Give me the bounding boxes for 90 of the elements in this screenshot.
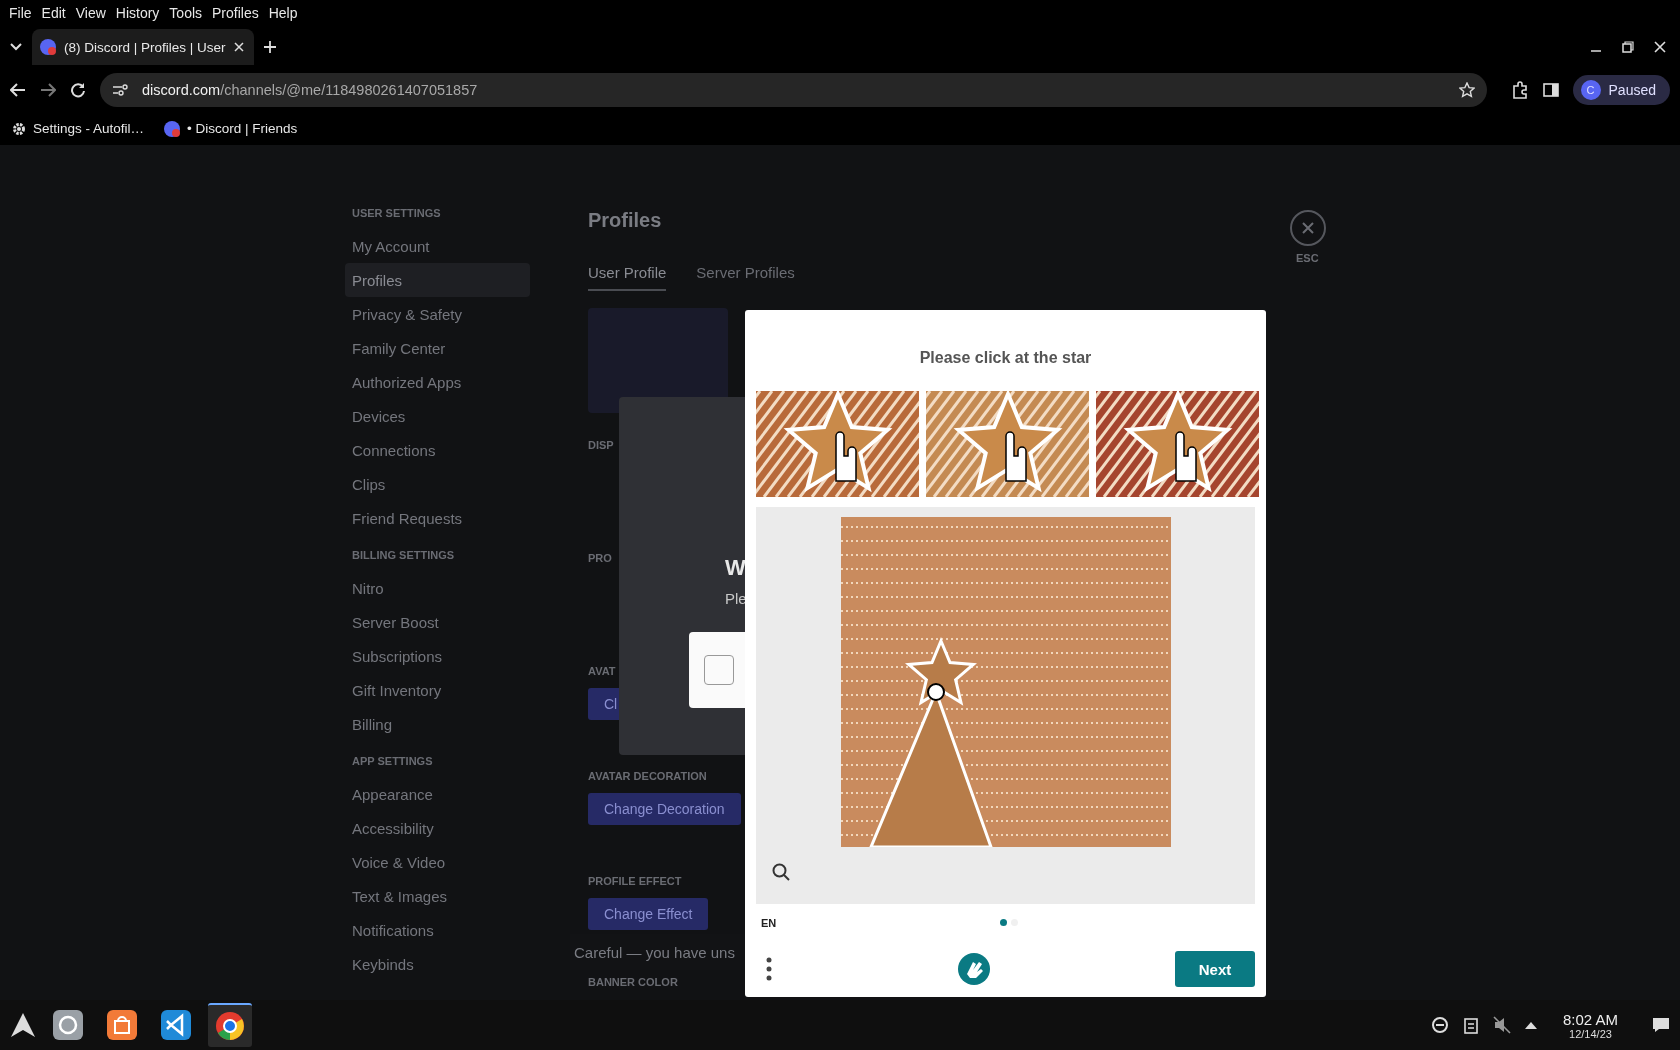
notification-icon[interactable] <box>1652 1017 1670 1033</box>
profile-label: Paused <box>1608 82 1656 98</box>
new-tab-icon[interactable] <box>264 41 276 53</box>
close-button[interactable] <box>1290 210 1326 246</box>
gear-icon <box>12 121 26 136</box>
section-heading: USER SETTINGS <box>352 207 442 221</box>
section-label: AVATAR DECORATION <box>588 770 707 784</box>
section-label: DISP <box>588 439 614 453</box>
page-title: Profiles <box>588 209 662 233</box>
back-arrow-icon[interactable] <box>10 83 26 97</box>
menu-item[interactable]: History <box>110 5 165 21</box>
sidebar-item[interactable]: Keybinds <box>345 947 530 981</box>
sidebar-item[interactable]: Subscriptions <box>345 639 530 673</box>
sidebar-item[interactable]: Server Boost <box>345 605 530 639</box>
bookmark[interactable]: Settings - Autofil… <box>12 121 145 136</box>
sidebar-item[interactable]: Connections <box>345 433 530 467</box>
sidebar-item[interactable]: My Account <box>345 229 530 263</box>
star-icon[interactable] <box>1458 82 1475 98</box>
section-label: PROFILE EFFECT <box>588 875 682 889</box>
sidebar-item[interactable]: Clips <box>345 467 530 501</box>
sidebar-item[interactable]: Devices <box>345 399 530 433</box>
sidebar-item[interactable]: Voice & Video <box>345 845 530 879</box>
close-icon[interactable] <box>1654 41 1666 53</box>
change-button[interactable]: Change Decoration <box>588 793 741 825</box>
muted-speaker-icon[interactable] <box>1492 1016 1511 1034</box>
section-label: AVAT <box>588 665 616 679</box>
more-options-icon[interactable] <box>766 957 772 982</box>
sidebar-item[interactable]: Gift Inventory <box>345 673 530 707</box>
address-bar[interactable]: discord.com/channels/@me/1184980261407051857 <box>100 73 1487 107</box>
close-icon[interactable] <box>233 42 244 52</box>
page-dot[interactable] <box>1000 919 1007 927</box>
sidebar-item[interactable]: Profiles <box>345 263 530 297</box>
sidebar-item[interactable]: Accessibility <box>345 811 530 845</box>
reload-icon[interactable] <box>70 82 86 98</box>
hand-logo-icon <box>956 952 991 987</box>
menu-item[interactable]: View <box>70 5 111 21</box>
section-heading: APP SETTINGS <box>352 755 434 769</box>
change-button[interactable]: Change Effect <box>588 898 709 930</box>
sidebar-item[interactable]: Privacy & Safety <box>345 297 530 331</box>
discord-favicon-icon <box>164 120 181 137</box>
clock-time: 8:02 AM <box>1562 1010 1618 1028</box>
close-icon <box>1302 222 1314 234</box>
url-text: discord.com/channels/@me/1184980261407051857 <box>142 82 478 98</box>
section-heading: BILLING SETTINGS <box>352 549 456 563</box>
sidebar-item[interactable]: Friend Requests <box>345 501 530 535</box>
language-label[interactable]: EN <box>756 916 777 929</box>
tab-title: (8) Discord | Profiles | User <box>64 39 226 55</box>
menu-item[interactable]: Tools <box>164 5 208 21</box>
shopping-bag-icon <box>107 1010 137 1040</box>
menu-item[interactable]: Profiles <box>207 5 264 21</box>
sidebar-item[interactable]: Billing <box>345 707 530 741</box>
search-icon[interactable] <box>772 863 790 882</box>
dialog-title: W <box>725 555 746 581</box>
clipboard-icon[interactable] <box>1462 1016 1479 1034</box>
taskbar-app[interactable] <box>208 1003 252 1047</box>
browser-icon <box>215 1011 245 1041</box>
tree-and-star-picture-drawing[interactable] <box>840 517 1171 848</box>
site-settings-icon[interactable] <box>112 83 128 97</box>
profile-tab[interactable]: Server Profiles <box>696 255 795 291</box>
menu-item[interactable]: File <box>4 5 37 21</box>
side-panel-icon[interactable] <box>1542 82 1559 98</box>
captcha-prompt: Please click at the star <box>918 347 1093 368</box>
discord-favicon-icon <box>40 39 56 55</box>
next-button[interactable]: Next <box>1175 951 1255 988</box>
arch-logo-icon[interactable] <box>10 1012 36 1038</box>
sidebar-item[interactable]: Family Center <box>345 331 530 365</box>
extensions-icon[interactable] <box>1510 81 1529 99</box>
restore-icon[interactable] <box>1622 41 1634 53</box>
esc-label: ESC <box>1296 252 1319 264</box>
section-label: PRO <box>588 552 612 566</box>
avatar-initial: C <box>1580 80 1601 100</box>
dropdown-icon[interactable] <box>10 43 22 51</box>
menu-item[interactable]: Edit <box>36 5 71 21</box>
profile-tab[interactable]: User Profile <box>588 255 667 291</box>
caret-up-icon[interactable] <box>1524 1021 1537 1029</box>
section-label: BANNER COLOR <box>588 976 678 988</box>
sidebar-item[interactable]: Nitro <box>345 571 530 605</box>
menu-item[interactable]: Help <box>263 5 303 21</box>
sidebar-item[interactable]: Authorized Apps <box>345 365 530 399</box>
captcha-checkbox[interactable] <box>704 655 734 685</box>
clock-date: 12/14/23 <box>1569 1027 1612 1040</box>
browser-tab[interactable]: (8) Discord | Profiles | User <box>32 29 254 65</box>
sidebar-item[interactable]: Text & Images <box>345 879 530 913</box>
sidebar-item[interactable]: Notifications <box>345 913 530 947</box>
profile-button[interactable]: C Paused <box>1572 75 1670 105</box>
sidebar-item[interactable]: Appearance <box>345 777 530 811</box>
dialog-text: Ple <box>725 590 747 607</box>
bookmark[interactable]: • Discord | Friends <box>164 120 298 137</box>
code-editor-icon <box>161 1010 191 1040</box>
forward-arrow-icon[interactable] <box>40 83 56 97</box>
